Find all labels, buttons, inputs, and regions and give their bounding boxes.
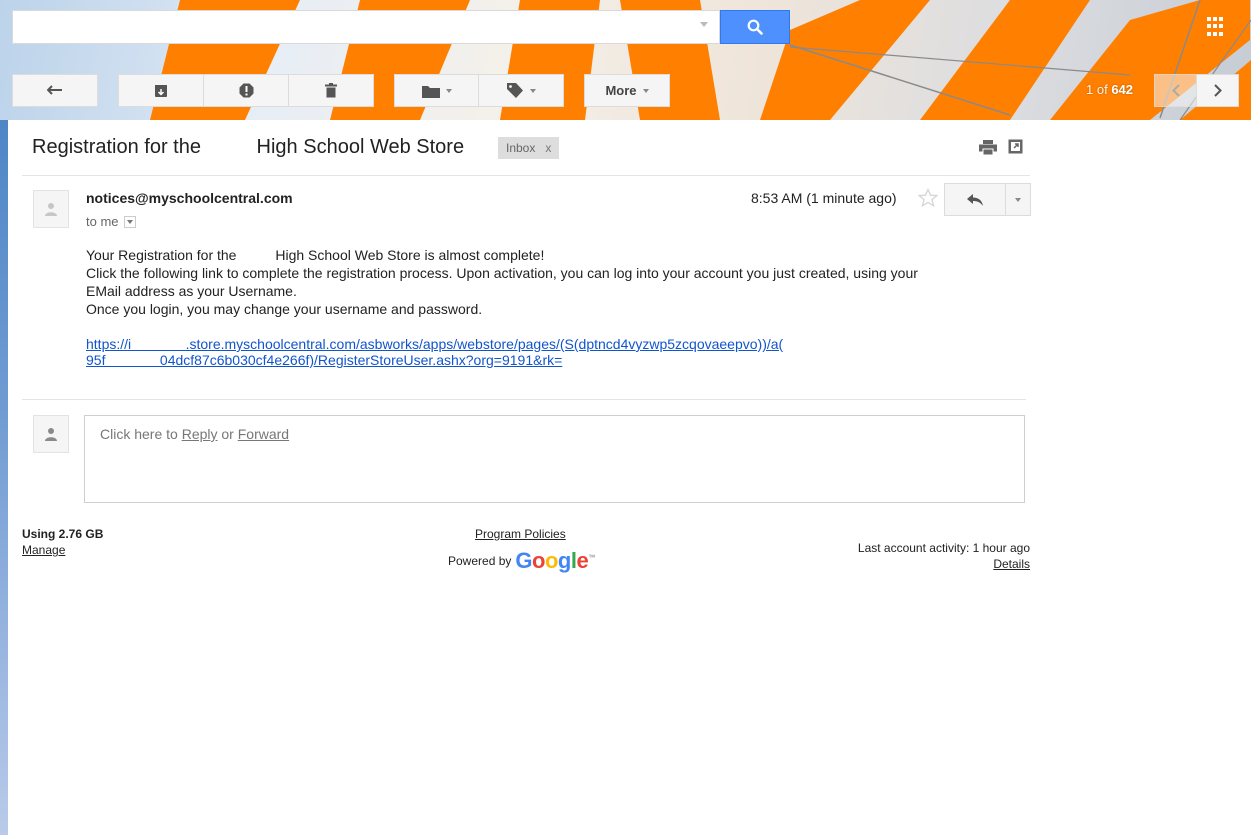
last-account-activity: Last account activity: 1 hour ago [857,541,1030,555]
program-policies-link[interactable]: Program Policies [475,527,566,541]
email-body: Your Registration for the High School We… [86,247,918,317]
dropdown-icon [1015,197,1021,202]
star-icon[interactable] [918,188,938,208]
google-logo: Google™ [515,548,595,574]
recipient-line: to me [86,214,136,229]
search-options-dropdown[interactable] [700,22,708,27]
message-divider [22,399,1026,400]
powered-by-text: Powered by [448,554,512,568]
apps-icon[interactable] [1207,17,1227,37]
search-button[interactable] [720,10,790,44]
next-page-icon [1213,84,1222,97]
sender-avatar [33,190,69,228]
reply-button[interactable] [944,183,1006,216]
tag-icon [506,83,523,98]
report-spam-button[interactable] [203,74,289,107]
email-subject: Registration for the High School Web Sto… [32,136,465,158]
search-input[interactable] [12,10,720,44]
left-theme-strip [0,120,8,835]
google-logo-letter: e [576,548,589,573]
reply-icon [967,193,983,206]
google-logo-letter: o [544,548,558,573]
sender-email[interactable]: notices@myschoolcentral.com [86,190,293,206]
back-arrow-icon [47,84,62,95]
older-button[interactable] [1196,74,1239,107]
reply-prompt: Click here to Reply or Forward [100,426,289,442]
reply-prompt-or: or [217,426,238,442]
page-total: 642 [1111,82,1134,97]
search-icon [747,19,763,35]
prev-page-icon [1171,84,1180,97]
chevron-down-icon [642,88,649,93]
trademark-mark: ™ [588,554,595,562]
storage-usage: Using 2.76 GB [22,527,104,541]
registration-link-line-1[interactable]: https://i .store.myschoolcentral.com/asb… [86,336,783,352]
powered-by: Powered by Google™ [448,548,595,574]
page-count: 1 of 642 [1086,82,1133,97]
reply-prompt-prefix: Click here to [100,426,182,442]
move-to-button[interactable] [394,74,479,107]
recipient-text: to me [86,214,119,229]
more-button-label: More [605,83,637,98]
more-reply-options-button[interactable] [1005,183,1031,216]
archive-button[interactable] [118,74,204,107]
spam-icon [239,83,253,98]
new-window-icon[interactable] [1008,139,1023,154]
reply-link[interactable]: Reply [182,426,218,442]
person-icon [45,428,57,441]
archive-icon [155,84,167,97]
registration-link-line-2[interactable]: 95f 04dcf87c6b030cf4e266f)/RegisterStore… [86,352,562,368]
remove-label-button[interactable]: x [545,141,551,155]
message-time: 8:53 AM (1 minute ago) [751,190,897,206]
page-of: of [1093,82,1112,97]
activity-details-link[interactable]: Details [993,557,1030,571]
chevron-down-icon [445,88,452,93]
chevron-down-icon [126,219,133,224]
google-logo-letter: g [557,548,571,573]
manage-storage-link[interactable]: Manage [22,543,65,557]
google-logo-letter: o [532,548,545,573]
print-icon[interactable] [979,140,997,155]
folder-icon [421,85,440,98]
label-text: Inbox [506,141,536,155]
newer-button[interactable] [1154,74,1197,107]
more-button[interactable]: More [584,74,670,107]
back-button[interactable] [12,74,98,107]
user-avatar [33,415,69,453]
chevron-down-icon [529,88,536,93]
inbox-label-tag[interactable]: Inbox x [498,137,560,159]
forward-link[interactable]: Forward [238,426,289,442]
delete-button[interactable] [288,74,374,107]
labels-button[interactable] [478,74,564,107]
show-details-button[interactable] [123,215,136,228]
trash-icon [325,83,337,98]
subject-divider [22,175,1030,176]
google-logo-letter: G [515,548,532,573]
person-icon [45,203,57,216]
